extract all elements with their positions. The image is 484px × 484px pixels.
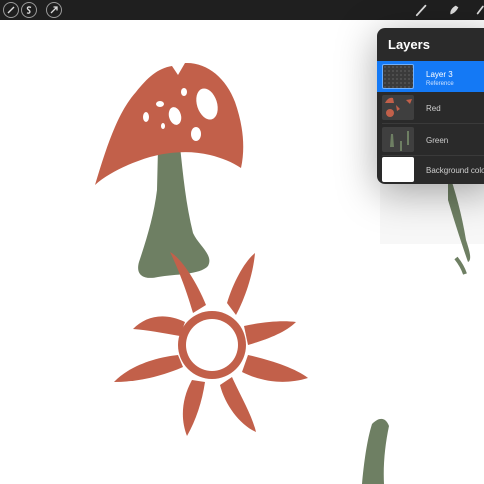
panel-shadow	[380, 184, 484, 244]
top-toolbar	[0, 0, 484, 20]
layer-subtitle: Reference	[426, 81, 454, 87]
bottom-stem	[362, 418, 389, 484]
selection-s-icon[interactable]	[21, 2, 37, 18]
red-thumbnail-art	[385, 97, 412, 117]
layers-panel-title: Layers	[388, 37, 430, 52]
eraser-icon[interactable]	[474, 2, 484, 18]
smudge-icon[interactable]	[446, 2, 462, 18]
layer-row-background-color[interactable]: Background color	[377, 154, 484, 184]
layer-row-layer-3[interactable]: Layer 3 Reference	[377, 61, 484, 92]
layer-thumbnail	[382, 95, 414, 120]
right-stem-lower	[454, 256, 467, 275]
flower-center	[186, 319, 238, 371]
layer-thumbnail	[382, 127, 414, 152]
layer-row-red[interactable]: Red	[377, 92, 484, 123]
layer-row-green[interactable]: Green	[377, 124, 484, 155]
adjustments-icon[interactable]	[3, 2, 19, 18]
layer-thumbnail	[382, 157, 414, 182]
brush-icon[interactable]	[414, 2, 430, 18]
layer-name: Background color	[426, 166, 484, 175]
layers-panel: Layers Layer 3 Reference Red Green Backg…	[377, 28, 484, 184]
transform-arrow-icon[interactable]	[46, 2, 62, 18]
green-thumbnail-art	[390, 131, 409, 151]
layer-thumbnail	[382, 64, 414, 89]
layer-name: Layer 3	[426, 70, 453, 79]
layer-name: Green	[426, 136, 449, 145]
layer-name: Red	[426, 104, 441, 113]
